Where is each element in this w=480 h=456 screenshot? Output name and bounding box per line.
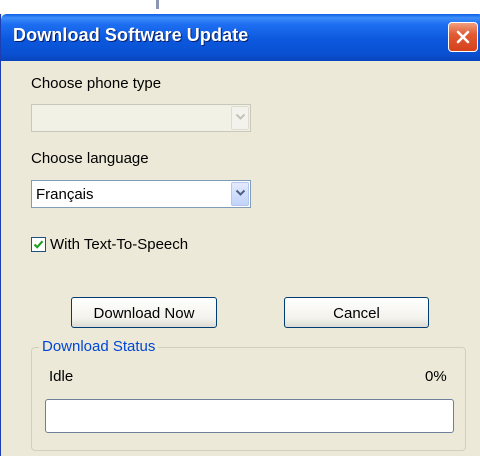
- close-button[interactable]: [448, 22, 478, 52]
- checkmark-icon: [33, 240, 44, 249]
- cancel-button[interactable]: Cancel: [284, 297, 429, 328]
- tts-checkbox[interactable]: [31, 237, 46, 252]
- dialog-client-area: Choose phone type Choose language França…: [1, 61, 480, 456]
- phone-type-label: Choose phone type: [31, 75, 162, 92]
- phone-type-dropdown-button[interactable]: [231, 106, 249, 130]
- chevron-down-icon: [235, 189, 246, 196]
- phone-type-select[interactable]: [31, 104, 251, 132]
- language-select[interactable]: Français: [31, 180, 251, 208]
- language-dropdown-button[interactable]: [231, 182, 249, 206]
- desktop-background: [0, 0, 480, 14]
- download-update-dialog: Download Software Update Choose phone ty…: [0, 14, 480, 456]
- progress-percent: 0%: [425, 368, 447, 385]
- download-now-button[interactable]: Download Now: [71, 297, 217, 328]
- chevron-down-icon: [235, 113, 246, 120]
- title-bar[interactable]: Download Software Update: [1, 14, 480, 61]
- status-text: Idle: [49, 368, 74, 385]
- download-status-title: Download Status: [39, 338, 159, 355]
- desktop-fragment: [156, 0, 159, 9]
- download-progress-bar: [45, 399, 454, 433]
- language-label: Choose language: [31, 150, 149, 167]
- tts-label[interactable]: With Text-To-Speech: [50, 236, 188, 253]
- close-x-icon: [456, 30, 470, 44]
- window-title: Download Software Update: [13, 25, 249, 45]
- language-value: Français: [36, 186, 94, 203]
